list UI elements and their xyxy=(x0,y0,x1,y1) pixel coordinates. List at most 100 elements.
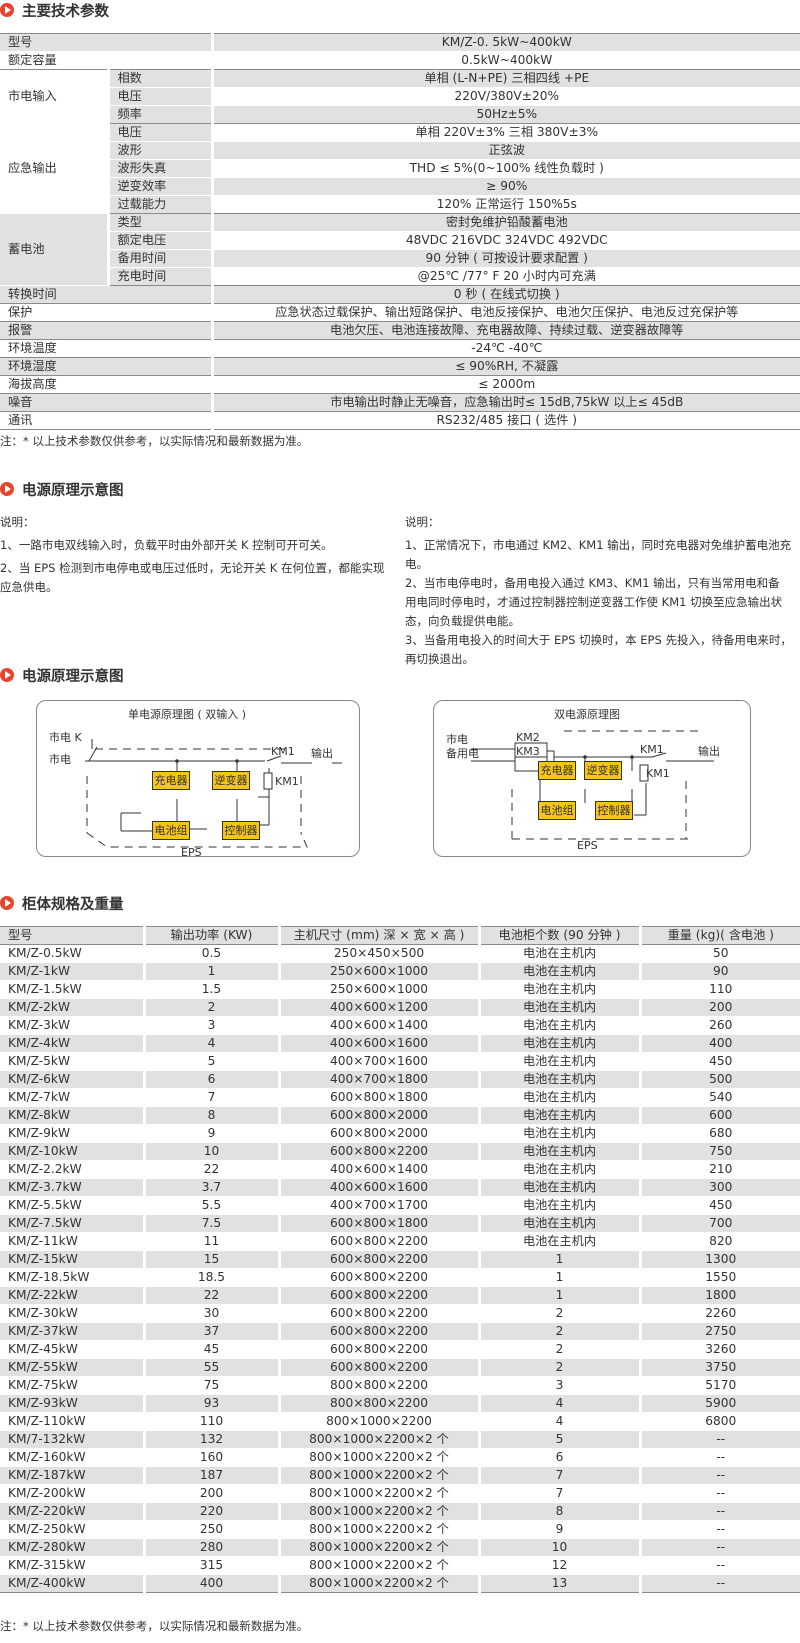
cell-power: 8 xyxy=(142,1106,279,1125)
cell-size: 600×800×2200 xyxy=(277,1286,479,1305)
diagram-single-lines xyxy=(85,739,342,848)
spec-value: ≤ 90%RH, 不凝露 xyxy=(210,357,800,376)
spec-value: 90 分钟 ( 可按设计要求配置 ) xyxy=(210,249,800,268)
cell-model: KM/Z-22kW xyxy=(0,1286,144,1305)
cell-weight: -- xyxy=(638,1520,800,1539)
spec-group-label: 应急输出 xyxy=(0,123,108,214)
cell-weight: 300 xyxy=(638,1178,800,1197)
section-title-cabinet: 柜体规格及重量 xyxy=(0,893,124,913)
diagram-label-km1-coil: KM1 xyxy=(646,767,670,780)
spec-value: 电池欠压、电池连接故障、充电器故障、持续过载、逆变器故障等 xyxy=(210,321,800,340)
cell-size: 800×1000×2200×2 个 xyxy=(277,1574,479,1593)
cell-weight: 110 xyxy=(638,980,800,999)
table-row: KM/Z-1kW 1 250×600×1000 电池在主机内 90 xyxy=(0,962,800,981)
spec-value: -24℃ -40℃ xyxy=(210,339,800,358)
cell-weight: 1550 xyxy=(638,1268,800,1287)
table-row: KM/Z-4kW 4 400×600×1600 电池在主机内 400 xyxy=(0,1034,800,1053)
cell-model: KM/Z-55kW xyxy=(0,1358,144,1377)
table-row: KM/Z-3.7kW 3.7 400×600×1600 电池在主机内 300 xyxy=(0,1178,800,1197)
controller-box: 控制器 xyxy=(595,801,633,820)
cell-model: KM/Z-10kW xyxy=(0,1142,144,1161)
cell-model: KM/Z-400kW xyxy=(0,1574,144,1593)
cell-size: 600×800×2200 xyxy=(277,1232,479,1251)
spec-label: 额定容量 xyxy=(0,51,212,70)
play-bullet-icon xyxy=(0,3,14,17)
cell-size: 800×1000×2200×2 个 xyxy=(277,1538,479,1557)
table-row: KM/Z-93kW 93 800×800×2200 4 5900 xyxy=(0,1394,800,1413)
spec-label: 过载能力 xyxy=(106,195,212,214)
cell-model: KM/Z-160kW xyxy=(0,1448,144,1467)
cell-power: 187 xyxy=(142,1466,279,1485)
section-title-text: 柜体规格及重量 xyxy=(22,896,124,913)
cabinet-table: 型号 输出功率 (KW) 主机尺寸 (mm) 深 × 宽 × 高 ) 电池柜个数 (9… xyxy=(0,926,800,1593)
spec-label: 型号 xyxy=(0,33,212,52)
column-header-size: 主机尺寸 (mm) 深 × 宽 × 高 ) xyxy=(277,926,479,945)
spec-label: 保护 xyxy=(0,303,212,322)
table-row: KM/Z-187kW 187 800×1000×2200×2 个 7 -- xyxy=(0,1466,800,1485)
table-row: KM/Z-9kW 9 600×800×2000 电池在主机内 680 xyxy=(0,1124,800,1143)
cell-battery-count: 8 xyxy=(477,1502,640,1521)
cell-weight: 400 xyxy=(638,1034,800,1053)
section-title-text: 电源原理示意图 xyxy=(22,668,124,685)
cell-weight: 90 xyxy=(638,962,800,981)
column-header-model: 型号 xyxy=(0,926,144,945)
section-title-specs: 主要技术参数 xyxy=(0,0,109,20)
explanation-line: 2、当市电停电时，备用电投入通过 KM3、KM1 输出，只有当常用电和备 xyxy=(405,576,780,590)
table-row: KM/Z-315kW 315 800×1000×2200×2 个 12 -- xyxy=(0,1556,800,1575)
spec-label: 额定电压 xyxy=(106,231,212,250)
spec-value: 单相 220V±3% 三相 380V±3% xyxy=(210,123,800,142)
table-row: KM/Z-15kW 15 600×800×2200 1 1300 xyxy=(0,1250,800,1269)
cell-model: KM/Z-45kW xyxy=(0,1340,144,1359)
diagram-label-output: 输出 xyxy=(311,747,333,760)
cell-power: 5 xyxy=(142,1052,279,1071)
cell-power: 10 xyxy=(142,1142,279,1161)
cell-size: 600×800×2200 xyxy=(277,1250,479,1269)
explanation-left: 说明： 1、一路市电双线输入时，负载平时由外部开关 K 控制可开可关。 2、当 … xyxy=(0,513,395,597)
cell-model: KM/Z-8kW xyxy=(0,1106,144,1125)
diagram-label-km1: KM1 xyxy=(271,745,295,758)
cell-weight: 5170 xyxy=(638,1376,800,1395)
cell-battery-count: 电池在主机内 xyxy=(477,1160,640,1179)
cell-model: KM/Z-5kW xyxy=(0,1052,144,1071)
cell-battery-count: 电池在主机内 xyxy=(477,1142,640,1161)
cell-model: KM/Z-11kW xyxy=(0,1232,144,1251)
spec-label: 电压 xyxy=(106,87,212,106)
table-row: KM/Z-5.5kW 5.5 400×700×1700 电池在主机内 450 xyxy=(0,1196,800,1215)
cell-power: 1 xyxy=(142,962,279,981)
cell-power: 3.7 xyxy=(142,1178,279,1197)
spec-value: ≤ 2000m xyxy=(210,375,800,394)
table-row: KM/Z-220kW 220 800×1000×2200×2 个 8 -- xyxy=(0,1502,800,1521)
inverter-box: 逆变器 xyxy=(212,771,250,790)
table-header-row: 型号 输出功率 (KW) 主机尺寸 (mm) 深 × 宽 × 高 ) 电池柜个数 (9… xyxy=(0,926,800,945)
diagram-dual-title: 双电源原理图 xyxy=(554,708,620,721)
cell-battery-count: 电池在主机内 xyxy=(477,1124,640,1143)
cell-battery-count: 电池在主机内 xyxy=(477,944,640,963)
spec-label: 转换时间 xyxy=(0,285,212,304)
cell-size: 800×1000×2200×2 个 xyxy=(277,1556,479,1575)
cell-power: 132 xyxy=(142,1430,279,1449)
cell-battery-count: 2 xyxy=(477,1304,640,1323)
spec-label: 波形失真 xyxy=(106,159,212,178)
cell-model: KM/Z-18.5kW xyxy=(0,1268,144,1287)
spec-value: 50Hz±5% xyxy=(210,105,800,124)
charger-box: 充电器 xyxy=(152,771,190,790)
table-row: KM/Z-75kW 75 800×800×2200 3 5170 xyxy=(0,1376,800,1395)
cell-model: KM/Z-7kW xyxy=(0,1088,144,1107)
cell-battery-count: 10 xyxy=(477,1538,640,1557)
inverter-box: 逆变器 xyxy=(584,761,622,780)
spec-label: 频率 xyxy=(106,105,212,124)
cell-power: 37 xyxy=(142,1322,279,1341)
cell-power: 75 xyxy=(142,1376,279,1395)
cell-model: KM/Z-220kW xyxy=(0,1502,144,1521)
cell-power: 11 xyxy=(142,1232,279,1251)
section-title-text: 电源原理示意图 xyxy=(22,482,124,499)
cell-power: 5.5 xyxy=(142,1196,279,1215)
table-row: KM/Z-7kW 7 600×800×1800 电池在主机内 540 xyxy=(0,1088,800,1107)
cell-size: 800×1000×2200×2 个 xyxy=(277,1520,479,1539)
cell-size: 600×800×2000 xyxy=(277,1124,479,1143)
cell-weight: -- xyxy=(638,1556,800,1575)
cell-battery-count: 12 xyxy=(477,1556,640,1575)
diagram-label-mains: 市电 xyxy=(49,753,71,766)
cell-weight: 200 xyxy=(638,998,800,1017)
cell-power: 220 xyxy=(142,1502,279,1521)
